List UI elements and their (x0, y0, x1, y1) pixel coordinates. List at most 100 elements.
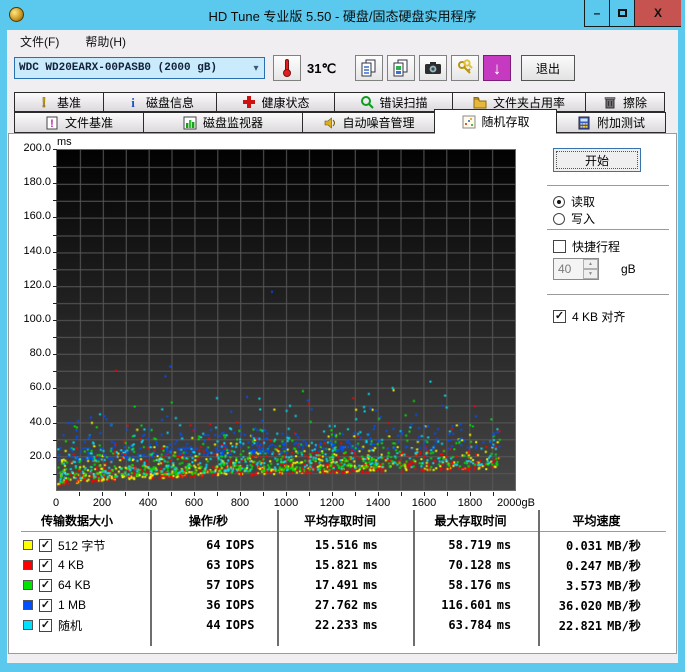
tab-label: 基准 (56, 95, 81, 110)
series-checkbox[interactable]: ✓ (39, 538, 52, 552)
table-row: ✓ 随机 44 IOPS 22.233 ms 63.784 ms 22.821 MB/秒 (9, 615, 678, 635)
spin-up-button[interactable]: ▲ (583, 259, 598, 269)
align-row[interactable]: ✓ 4 KB 对齐 (553, 308, 625, 325)
tab-磁盘监视器[interactable]: 磁盘监视器 (143, 112, 303, 133)
tab-基准[interactable]: ! 基准 (14, 92, 104, 112)
iops-cell: 44 IOPS (206, 618, 255, 632)
calculator-icon (577, 115, 592, 130)
copy-text-button[interactable] (355, 55, 383, 81)
column-header: 最大存取时间 (434, 514, 507, 528)
start-button[interactable]: 开始 (553, 148, 641, 172)
tab-磁盘信息[interactable]: i 磁盘信息 (103, 92, 217, 112)
close-icon: X (653, 6, 662, 20)
y-axis-tick (53, 183, 57, 185)
menu-help[interactable]: 帮助(H) (77, 30, 134, 51)
bar-chart-icon (183, 115, 198, 130)
shortstroke-checkbox[interactable] (553, 240, 566, 253)
tab-label: 磁盘信息 (145, 95, 194, 110)
table-row: ✓ 4 KB 63 IOPS 15.821 ms 70.128 ms 0.247 MB/秒 (9, 555, 678, 575)
spin-down-icon: ▼ (588, 271, 593, 277)
tab-row-2: ! 文件基准 磁盘监视器 自动噪音管理 随机存取 附加测试 (14, 109, 666, 134)
y-axis-tick-label: 120.0 (23, 278, 51, 291)
shortstroke-size-spinner[interactable]: 40 ▲ ▼ (553, 258, 599, 280)
x-axis-tick (470, 492, 471, 496)
read-radio[interactable] (553, 195, 565, 208)
spin-up-icon: ▲ (588, 261, 593, 267)
iops-cell: 36 IOPS (206, 598, 255, 612)
y-axis-tick (53, 302, 57, 304)
table-row: ✓ 64 KB 57 IOPS 17.491 ms 58.176 ms 3.573 MB/秒 (9, 575, 678, 595)
tab-label: 自动噪音管理 (342, 116, 415, 130)
write-radio[interactable] (553, 212, 565, 225)
maximize-button[interactable] (609, 0, 634, 27)
tab-label: 附加测试 (596, 116, 645, 130)
x-axis-tick (102, 492, 103, 496)
close-button[interactable]: X (634, 0, 681, 27)
exit-label: 退出 (535, 61, 560, 76)
tab-文件基准[interactable]: ! 文件基准 (14, 112, 144, 133)
tab-附加测试[interactable]: 附加测试 (556, 112, 666, 133)
file-benchmark-icon: ! (45, 115, 60, 130)
tab-健康状态[interactable]: 健康状态 (216, 92, 335, 112)
x-axis-tick (240, 492, 241, 496)
shortstroke-row[interactable]: 快捷行程 (553, 238, 620, 255)
series-checkbox[interactable]: ✓ (39, 618, 52, 632)
options-button[interactable] (451, 55, 479, 81)
series-color-swatch (23, 600, 33, 610)
avg-access-cell: 17.491 ms (314, 578, 378, 592)
max-access-cell: 58.176 ms (448, 578, 512, 592)
screenshot-button[interactable] (419, 55, 447, 81)
shortstroke-size-value: 40 (558, 262, 572, 276)
toolbar: WDC WD20EARX-00PASB0 (2000 gB) ▾ 31℃ ↓ 退… (7, 52, 678, 90)
menu-file[interactable]: 文件(F) (12, 30, 67, 51)
series-checkbox[interactable]: ✓ (39, 598, 52, 612)
download-button[interactable]: ↓ (483, 55, 511, 81)
tab-label: 随机存取 (481, 115, 530, 129)
max-access-cell: 58.719 ms (448, 538, 512, 552)
column-separator (538, 510, 540, 646)
drive-select[interactable]: WDC WD20EARX-00PASB0 (2000 gB) ▾ (14, 57, 265, 79)
x-axis-tick (332, 492, 333, 496)
minimize-button[interactable]: – (584, 0, 609, 27)
copy-image-button[interactable] (387, 55, 415, 81)
exit-button[interactable]: 退出 (521, 55, 575, 81)
y-axis-tick (53, 388, 57, 390)
avg-speed-cell: 36.020 MB/秒 (558, 598, 641, 613)
y-axis-tick (53, 337, 57, 339)
max-access-cell: 70.128 ms (448, 558, 512, 572)
y-axis-tick (53, 285, 57, 287)
temperature-button[interactable] (273, 55, 301, 81)
x-axis-tick (424, 492, 425, 496)
y-axis-tick (53, 473, 57, 475)
x-axis-tick (355, 492, 356, 496)
tab-擦除[interactable]: 擦除 (585, 92, 665, 112)
start-label: 开始 (584, 153, 609, 168)
series-color-swatch (23, 560, 33, 570)
align-checkbox[interactable]: ✓ (553, 310, 566, 323)
thermometer-icon (282, 59, 292, 77)
read-radio-row[interactable]: 读取 (553, 193, 595, 210)
maximize-icon (617, 9, 627, 17)
series-checkbox[interactable]: ✓ (39, 558, 52, 572)
speaker-icon (322, 115, 337, 130)
series-checkbox[interactable]: ✓ (39, 578, 52, 592)
read-label: 读取 (571, 195, 596, 209)
separator (547, 294, 669, 296)
y-axis-tick-label: 140.0 (23, 244, 51, 257)
y-axis-tick (53, 371, 57, 373)
tab-label: 擦除 (622, 95, 647, 110)
iops-cell: 64 IOPS (206, 538, 255, 552)
y-axis-tick (53, 422, 57, 424)
y-axis-tick-label: 200.0 (23, 142, 51, 154)
tab-label: 错误扫描 (379, 95, 428, 110)
access-time-scatter-chart (56, 149, 516, 491)
y-axis-tick-label: 60.0 (29, 381, 51, 394)
write-radio-row[interactable]: 写入 (553, 210, 595, 227)
y-axis-tick (53, 439, 57, 441)
x-axis-tick (286, 492, 287, 496)
spin-down-button[interactable]: ▼ (583, 269, 598, 279)
y-axis-tick-label: 40.0 (29, 415, 51, 428)
tab-随机存取[interactable]: 随机存取 (434, 109, 557, 134)
avg-access-cell: 15.516 ms (314, 538, 378, 552)
tab-自动噪音管理[interactable]: 自动噪音管理 (302, 112, 435, 133)
